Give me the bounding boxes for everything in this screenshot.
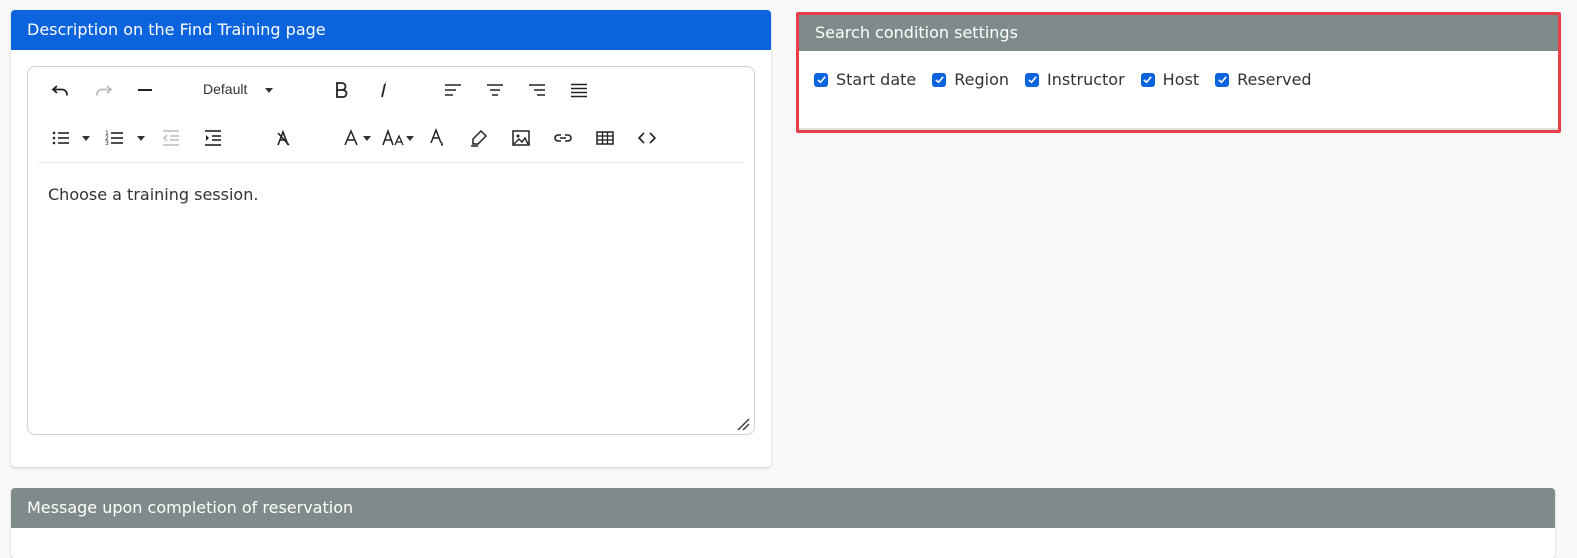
checkbox-region[interactable]: Region [932,70,1009,89]
checkbox-label: Instructor [1047,70,1125,89]
bullet-list-icon[interactable] [48,125,74,151]
checkbox-checked-icon[interactable] [1025,72,1040,87]
horizontal-line-icon[interactable] [132,77,158,103]
chevron-down-icon[interactable] [82,136,90,141]
checkbox-checked-icon[interactable] [932,72,947,87]
bold-icon[interactable] [328,77,354,103]
chevron-down-icon [265,87,274,93]
chevron-down-icon[interactable] [363,136,371,141]
resize-handle-icon[interactable] [736,416,750,431]
checkbox-reserved[interactable]: Reserved [1215,70,1312,89]
checkbox-label: Start date [836,70,917,89]
search-settings-title: Search condition settings [799,15,1558,51]
redo-icon[interactable] [90,77,116,103]
editor-content[interactable]: Choose a training session. [48,185,258,204]
indent-icon[interactable] [200,125,226,151]
undo-icon[interactable] [48,77,74,103]
checkbox-checked-icon[interactable] [1140,72,1155,87]
italic-icon[interactable] [370,77,396,103]
panel-divider [799,128,1558,130]
format-select-value: Default [203,81,248,97]
toolbar-row-1: Default [28,67,754,111]
clear-format-icon[interactable] [270,125,296,151]
rich-text-editor: Default 1 2 3 Choose a training session. [27,66,755,435]
chevron-down-icon[interactable] [406,136,414,141]
description-panel-title: Description on the Find Training page [11,10,771,50]
align-center-icon[interactable] [482,77,508,103]
image-icon[interactable] [508,125,534,151]
align-right-icon[interactable] [524,77,550,103]
code-view-icon[interactable] [634,125,660,151]
checkbox-checked-icon[interactable] [814,72,828,87]
format-select[interactable]: Default [203,81,274,97]
chevron-down-icon[interactable] [137,136,145,141]
checkbox-checked-icon[interactable] [1215,72,1230,87]
svg-text:3: 3 [105,140,109,147]
link-icon[interactable] [550,125,576,151]
checkbox-label: Reserved [1237,70,1312,89]
table-icon[interactable] [592,125,618,151]
checkbox-instructor[interactable]: Instructor [1025,70,1125,89]
checkbox-host[interactable]: Host [1140,70,1200,89]
font-color-icon[interactable] [424,125,450,151]
checkbox-label: Region [954,70,1010,89]
reservation-message-title: Message upon completion of reservation [11,488,1555,528]
toolbar-row-2: 123 [28,115,754,159]
description-panel: Description on the Find Training page De… [11,10,771,467]
align-justify-icon[interactable] [566,77,592,103]
reservation-message-panel: Message upon completion of reservation [11,488,1555,558]
toolbar-divider [38,162,744,163]
search-conditions-checklist: Start date Region Instructor Host Reserv… [814,70,1328,89]
align-left-icon[interactable] [440,77,466,103]
font-family-icon[interactable] [338,125,364,151]
highlight-icon[interactable] [466,125,492,151]
search-settings-panel: Search condition settings Start date Reg… [796,12,1561,133]
numbered-list-icon[interactable]: 123 [102,125,128,151]
checkbox-start-date[interactable]: Start date [814,70,916,89]
outdent-icon[interactable] [158,125,184,151]
checkbox-label: Host [1162,70,1200,89]
